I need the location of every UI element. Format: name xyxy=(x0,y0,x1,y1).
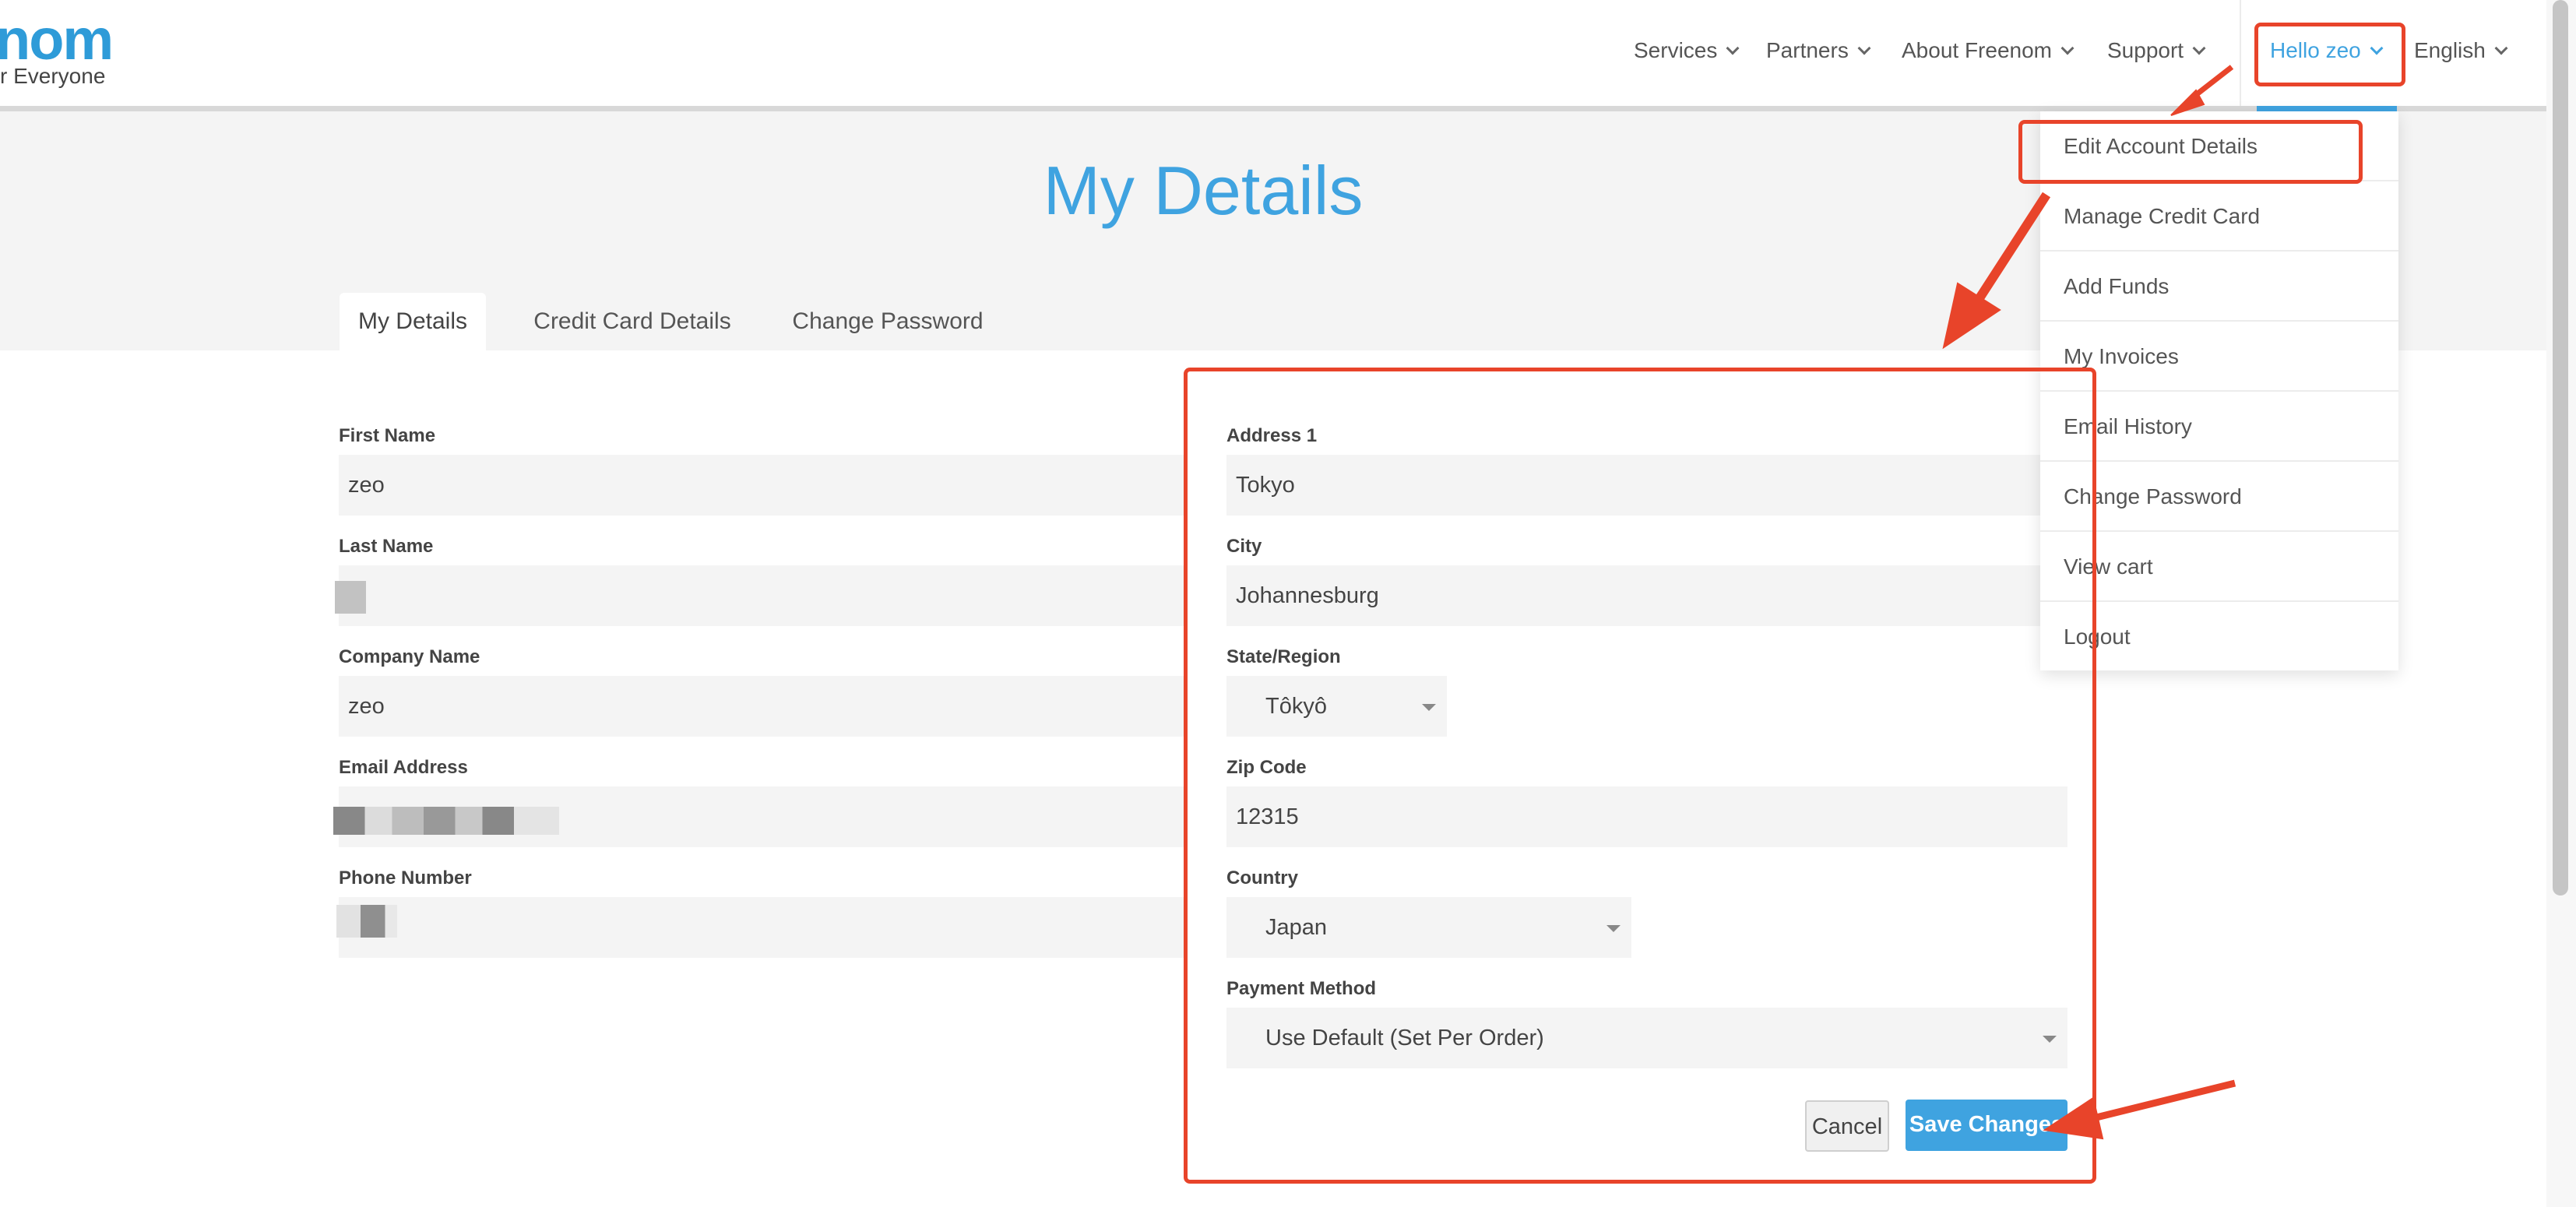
annotation-arrow-shaft xyxy=(2095,1079,2236,1121)
annotation-arrow-head xyxy=(2170,89,2205,116)
scrollbar-thumb[interactable] xyxy=(2553,0,2568,896)
annotation-arrow-shaft xyxy=(1973,192,2051,304)
annotation-arrow-head xyxy=(1942,282,2001,350)
annotation-arrows xyxy=(1942,65,2236,1140)
annotation-arrow-head xyxy=(2043,1096,2104,1140)
